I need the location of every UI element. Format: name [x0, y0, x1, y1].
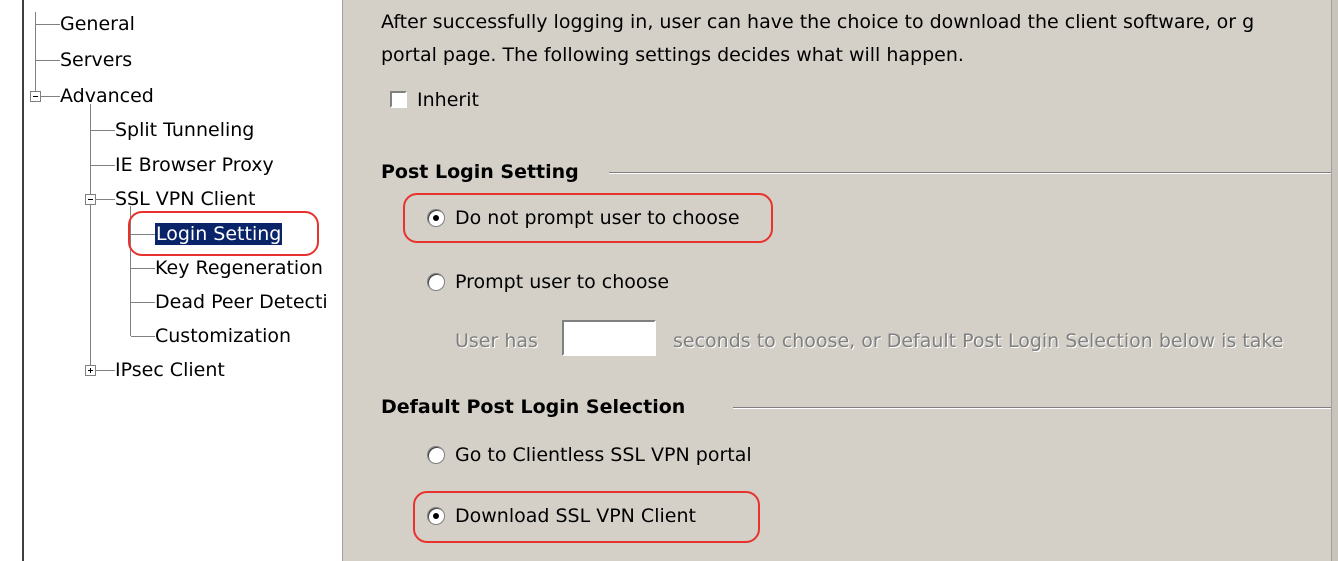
tree-item-servers[interactable]: Servers — [60, 49, 132, 71]
download-client-label[interactable]: Download SSL VPN Client — [455, 504, 696, 528]
user-has-label: User has — [455, 330, 538, 352]
tree-line — [130, 206, 131, 336]
login-setting-panel: After successfully logging in, user can … — [343, 0, 1338, 561]
intro-text: After successfully logging in, user can … — [381, 11, 1255, 33]
seconds-description: seconds to choose, or Default Post Login… — [673, 330, 1284, 352]
tree-item-general[interactable]: General — [60, 13, 135, 35]
tree-item-dead-peer-detection[interactable]: Dead Peer Detecti — [155, 291, 328, 313]
tree-line — [131, 234, 155, 235]
section-divider — [733, 407, 1338, 409]
navigation-tree[interactable]: General Servers Advanced Split Tunneling… — [0, 0, 343, 561]
tree-item-ipsec-client[interactable]: IPsec Client — [115, 359, 225, 381]
tree-item-advanced[interactable]: Advanced — [60, 85, 154, 107]
vertical-scrollbar[interactable] — [1331, 0, 1338, 561]
tree-item-ie-browser-proxy[interactable]: IE Browser Proxy — [115, 154, 274, 176]
section-divider — [609, 172, 1338, 174]
tree-item-ssl-vpn-client[interactable]: SSL VPN Client — [115, 188, 255, 210]
tree-item-split-tunneling[interactable]: Split Tunneling — [115, 119, 254, 141]
do-not-prompt-label[interactable]: Do not prompt user to choose — [455, 206, 740, 230]
do-not-prompt-radio[interactable] — [427, 209, 445, 227]
prompt-user-label[interactable]: Prompt user to choose — [455, 270, 669, 294]
tree-item-customization[interactable]: Customization — [155, 325, 291, 347]
tree-item-key-regeneration[interactable]: Key Regeneration — [155, 257, 323, 279]
tree-line — [95, 199, 115, 200]
tree-line — [131, 302, 155, 303]
collapse-icon[interactable] — [85, 194, 96, 205]
seconds-input[interactable] — [562, 320, 656, 356]
collapse-icon[interactable] — [30, 91, 41, 102]
intro-text: portal page. The following settings deci… — [381, 44, 964, 66]
tree-line — [95, 370, 115, 371]
tree-line — [91, 165, 115, 166]
inherit-label[interactable]: Inherit — [417, 88, 479, 112]
clientless-portal-radio[interactable] — [427, 446, 445, 464]
download-client-radio[interactable] — [427, 507, 445, 525]
expand-icon[interactable] — [85, 365, 96, 376]
inherit-checkbox[interactable] — [390, 91, 407, 108]
tree-border — [22, 0, 24, 561]
tree-line — [91, 130, 115, 131]
prompt-user-radio[interactable] — [427, 273, 445, 291]
tree-line — [131, 336, 155, 337]
clientless-portal-label[interactable]: Go to Clientless SSL VPN portal — [455, 443, 752, 467]
tree-line — [36, 24, 60, 25]
tree-line — [131, 268, 155, 269]
section-title-post-login: Post Login Setting — [381, 161, 579, 183]
tree-line — [90, 104, 91, 370]
section-title-default-selection: Default Post Login Selection — [381, 396, 686, 418]
tree-line — [41, 96, 60, 97]
tree-item-login-setting[interactable]: Login Setting — [155, 223, 283, 245]
tree-line — [36, 60, 60, 61]
